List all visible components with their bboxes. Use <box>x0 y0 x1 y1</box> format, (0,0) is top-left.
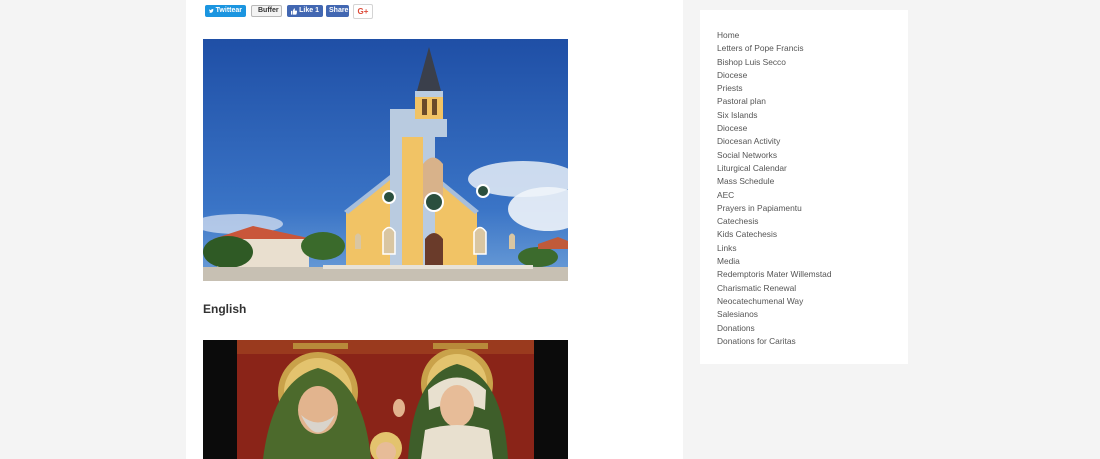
buffer-button[interactable]: Buffer <box>251 5 282 17</box>
sidebar: Home Letters of Pope Francis Bishop Luis… <box>700 10 908 364</box>
menu-item-donations[interactable]: Donations <box>717 322 832 335</box>
facebook-share-label: Share <box>329 7 349 14</box>
menu-item-catechesis[interactable]: Catechesis <box>717 215 832 228</box>
menu-item-aec[interactable]: AEC <box>717 189 832 202</box>
church-photo <box>203 39 568 281</box>
menu-item-priests[interactable]: Priests <box>717 82 832 95</box>
menu-item-kids-catechesis[interactable]: Kids Catechesis <box>717 228 832 241</box>
menu-item-social-networks[interactable]: Social Networks <box>717 149 832 162</box>
menu-item-six-islands[interactable]: Six Islands <box>717 109 832 122</box>
main-content: Twittear Buffer Like 1 Share G+ English <box>186 0 683 459</box>
facebook-like-label: Like 1 <box>299 7 319 14</box>
buffer-label: Buffer <box>258 7 279 14</box>
menu-item-diocese[interactable]: Diocese <box>717 69 832 82</box>
menu-item-media[interactable]: Media <box>717 255 832 268</box>
menu-item-home[interactable]: Home <box>717 29 832 42</box>
facebook-like-button[interactable]: Like 1 <box>287 5 323 17</box>
menu-item-diocesan-activity[interactable]: Diocesan Activity <box>717 135 832 148</box>
google-plus-label: G+ <box>357 6 369 16</box>
google-plus-button[interactable]: G+ <box>353 4 373 19</box>
menu-item-liturgical-calendar[interactable]: Liturgical Calendar <box>717 162 832 175</box>
menu-item-letters-pope-francis[interactable]: Letters of Pope Francis <box>717 42 832 55</box>
menu-item-prayers-papiamentu[interactable]: Prayers in Papiamentu <box>717 202 832 215</box>
facebook-share-button[interactable]: Share <box>326 5 349 17</box>
menu-item-salesianos[interactable]: Salesianos <box>717 308 832 321</box>
menu-item-redemptoris-mater[interactable]: Redemptoris Mater Willemstad <box>717 268 832 281</box>
menu-item-mass-schedule[interactable]: Mass Schedule <box>717 175 832 188</box>
sidebar-menu: Home Letters of Pope Francis Bishop Luis… <box>717 29 832 348</box>
thumbs-up-icon <box>291 7 298 15</box>
menu-item-donations-caritas[interactable]: Donations for Caritas <box>717 335 832 348</box>
menu-item-neocatechumenal-way[interactable]: Neocatechumenal Way <box>717 295 832 308</box>
menu-item-links[interactable]: Links <box>717 242 832 255</box>
twitter-share-button[interactable]: Twittear <box>205 5 246 17</box>
menu-item-bishop[interactable]: Bishop Luis Secco <box>717 56 832 69</box>
section-heading: English <box>203 302 247 316</box>
holy-family-painting <box>203 340 568 459</box>
menu-item-charismatic-renewal[interactable]: Charismatic Renewal <box>717 282 832 295</box>
menu-item-diocese-2[interactable]: Diocese <box>717 122 832 135</box>
menu-item-pastoral-plan[interactable]: Pastoral plan <box>717 95 832 108</box>
twitter-label: Twittear <box>215 7 242 14</box>
twitter-bird-icon <box>209 9 214 13</box>
